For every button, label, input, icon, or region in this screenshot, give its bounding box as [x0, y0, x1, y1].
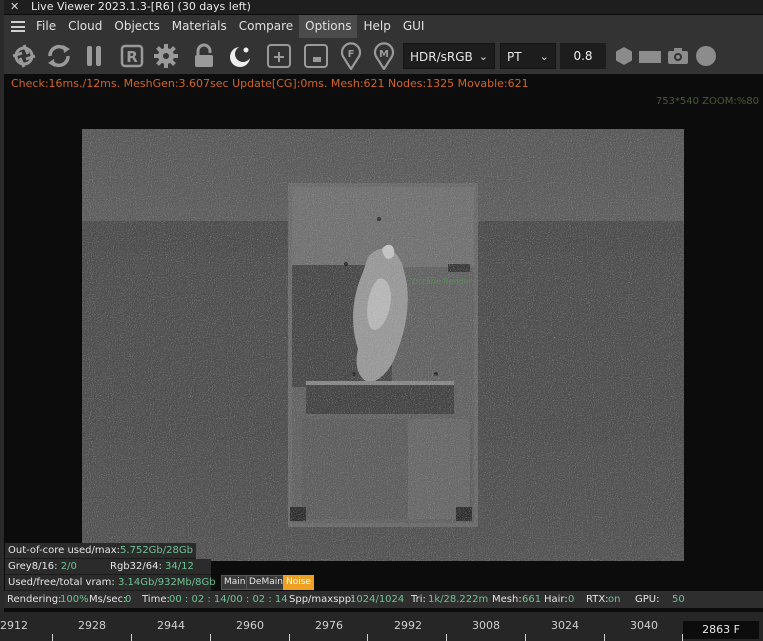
grey-value: 2/0 — [60, 561, 77, 572]
gpu-label: GPU: — [635, 594, 660, 605]
svg-text:M: M — [379, 49, 389, 60]
timeline-tick — [446, 634, 447, 641]
timeline-tick — [367, 634, 368, 641]
rgb-value: 34/12 — [165, 561, 194, 572]
timeline-tick — [131, 634, 132, 641]
timeline-tick-label: 2976 — [315, 619, 343, 632]
add-box-icon[interactable] — [265, 42, 293, 70]
grey-label: Grey8/16: — [8, 561, 58, 572]
timeline-tick — [289, 634, 290, 641]
timeline-tick-label: 3024 — [551, 619, 579, 632]
mesh-value: 661 — [522, 594, 542, 605]
chevron-down-icon: ⌄ — [539, 50, 549, 63]
tag-main[interactable]: Main — [221, 575, 249, 590]
pin-m-icon[interactable]: M — [370, 42, 398, 70]
sphere-icon[interactable] — [226, 42, 254, 70]
rendering-label: Rendering: — [7, 594, 62, 605]
hamburger-menu-icon[interactable] — [11, 21, 25, 32]
render-overlay-label: Octane Render — [412, 277, 472, 286]
hair-value: 0 — [568, 594, 575, 605]
render-viewport[interactable]: Octane Render — [82, 129, 684, 561]
status-bar: Rendering: 100% Ms/sec: 0 Time: 00 : 02 … — [4, 591, 763, 608]
tag-noise[interactable]: Noise — [283, 575, 314, 590]
out-of-core-info: Out-of-core used/max:5.752Gb/28Gb — [5, 543, 196, 559]
kernel-select[interactable]: PT ⌄ — [500, 43, 556, 69]
pause-icon[interactable] — [80, 42, 108, 70]
window-left-edge — [0, 0, 4, 641]
color-mode-value: HDR/sRGB — [410, 50, 473, 64]
menu-gui[interactable]: GUI — [397, 15, 431, 38]
rendering-value: 100% — [60, 594, 89, 605]
refresh-icon[interactable] — [45, 42, 73, 70]
vram-info: Used/free/total vram: 3.14Gb/932Mb/8Gb — [5, 575, 216, 591]
timeline-tick-label: 3008 — [472, 619, 500, 632]
rtx-value: on — [608, 594, 621, 605]
menu-file[interactable]: File — [30, 15, 62, 38]
spp-label: Spp/maxspp: — [289, 594, 355, 605]
timeline-tick — [525, 634, 526, 641]
camera-icon[interactable] — [664, 42, 692, 70]
svg-text:R: R — [126, 48, 138, 66]
menu-bar: File Cloud Objects Materials Compare Opt… — [4, 15, 763, 38]
svg-text:F: F — [348, 49, 355, 60]
aperture-icon[interactable] — [10, 42, 38, 70]
rtx-label: RTX: — [586, 594, 609, 605]
timeline-tick-label: 2912 — [0, 619, 28, 632]
timeline-tick-label: 2928 — [78, 619, 106, 632]
rgb-group: Rgb32/64: 34/12 — [110, 559, 194, 574]
close-icon[interactable]: ✕ — [10, 0, 19, 14]
title-bar: ✕ Live Viewer 2023.1.3-[R6] (30 days lef… — [4, 0, 763, 14]
timeline-tick-label: 3040 — [630, 619, 658, 632]
menu-options[interactable]: Options — [299, 15, 358, 38]
texture-info: Grey8/16: 2/0 Rgb32/64: 34/12 — [5, 559, 211, 575]
timeline-tick-label: 2992 — [394, 619, 422, 632]
menu-materials[interactable]: Materials — [166, 15, 233, 38]
out-of-core-value: 5.752Gb/28Gb — [120, 545, 193, 556]
minus-box-icon[interactable] — [302, 42, 330, 70]
time-value: 00 : 02 : 14/00 : 02 : 14 — [169, 594, 288, 605]
spp-value: 1024/1024 — [350, 594, 405, 605]
menu-compare[interactable]: Compare — [233, 15, 299, 38]
menu-help[interactable]: Help — [357, 15, 396, 38]
timeline-tick-label: 2944 — [157, 619, 185, 632]
kernel-value: PT — [507, 50, 522, 64]
mssec-label: Ms/sec: — [89, 594, 127, 605]
timeline-tick-label: 2960 — [236, 619, 264, 632]
mesh-label: Mesh: — [492, 594, 522, 605]
time-label: Time: — [142, 594, 170, 605]
timeline[interactable]: 2912 2928 2944 2960 2976 2992 3008 3024 … — [0, 612, 763, 641]
value-field[interactable]: 0.8 — [560, 43, 606, 69]
menu-items: File Cloud Objects Materials Compare Opt… — [30, 15, 430, 38]
lock-icon[interactable] — [190, 42, 218, 70]
render-image: Octane Render — [82, 129, 684, 561]
tri-value: 1k/28.222m — [428, 594, 489, 605]
vram-value: 3.14Gb/932Mb/8Gb — [117, 577, 216, 588]
r-box-icon[interactable]: R — [118, 42, 146, 70]
mssec-value: 0 — [125, 594, 132, 605]
gpu-value: 50 — [672, 594, 685, 605]
circle-icon[interactable] — [692, 42, 720, 70]
timeline-tick — [52, 634, 53, 641]
current-frame-field[interactable]: 2863 F — [683, 621, 759, 639]
timeline-tick — [210, 634, 211, 641]
render-stats-line: Check:16ms./12ms. MeshGen:3.607sec Updat… — [11, 77, 529, 90]
zoom-readout: 753*540 ZOOM:%80 — [655, 96, 759, 107]
out-of-core-label: Out-of-core used/max: — [8, 545, 121, 556]
rgb-label: Rgb32/64: — [110, 561, 162, 572]
pin-f-icon[interactable]: F — [337, 42, 365, 70]
vram-label: Used/free/total vram: — [8, 577, 115, 588]
tri-label: Tri: — [411, 594, 426, 605]
window-title: Live Viewer 2023.1.3-[R6] (30 days left) — [31, 0, 251, 13]
hexagon-icon[interactable] — [610, 42, 638, 70]
hair-label: Hair: — [544, 594, 568, 605]
tag-demain[interactable]: DeMain — [246, 575, 286, 590]
menu-objects[interactable]: Objects — [108, 15, 165, 38]
chevron-down-icon: ⌄ — [478, 50, 488, 63]
menu-cloud[interactable]: Cloud — [62, 15, 108, 38]
gear-icon[interactable] — [152, 42, 180, 70]
toolbar: R F M HDR/sRGB ⌄ PT ⌄ 0.8 — [4, 38, 763, 74]
timeline-tick — [604, 634, 605, 641]
color-mode-select[interactable]: HDR/sRGB ⌄ — [403, 43, 495, 69]
rectangle-icon[interactable] — [636, 42, 664, 70]
